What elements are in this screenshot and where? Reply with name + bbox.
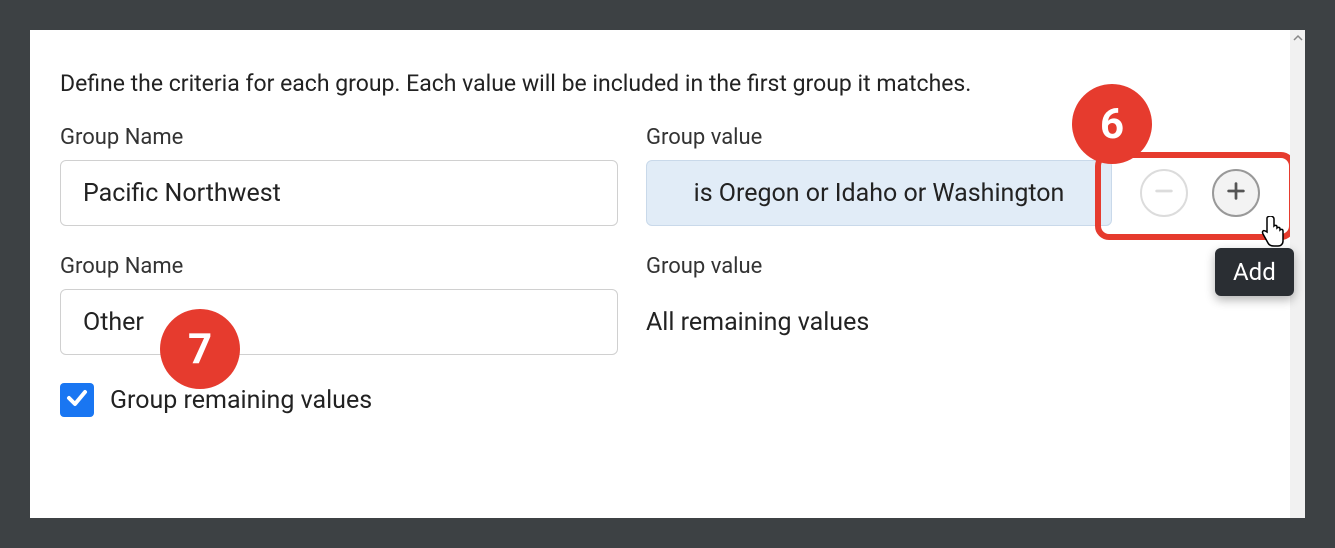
group-value-display[interactable]: is Oregon or Idaho or Washington — [646, 160, 1112, 226]
callout-badge-7: 7 — [160, 309, 240, 389]
group-name-column: Group Name — [60, 125, 618, 226]
instruction-text: Define the criteria for each group. Each… — [60, 70, 1260, 97]
minus-icon — [1153, 180, 1175, 206]
plus-icon — [1225, 180, 1247, 206]
remove-group-button[interactable] — [1140, 169, 1188, 217]
group-remaining-label: Group remaining values — [110, 386, 372, 415]
group-name-input[interactable] — [60, 160, 618, 226]
add-tooltip: Add — [1215, 248, 1294, 296]
checkmark-icon — [65, 386, 89, 414]
callout-badge-6: 6 — [1072, 84, 1152, 164]
group-name-label: Group Name — [60, 254, 618, 279]
group-value-label: Group value — [646, 125, 1112, 150]
group-name-label: Group Name — [60, 125, 618, 150]
group-value-column: Group value All remaining values — [646, 254, 1260, 355]
group-value-static: All remaining values — [646, 289, 1260, 355]
group-value-label: Group value — [646, 254, 1260, 279]
scrollbar-up-button[interactable] — [1290, 30, 1305, 45]
group-value-column: Group value is Oregon or Idaho or Washin… — [646, 125, 1112, 226]
group-name-column: Group Name — [60, 254, 618, 355]
row-action-buttons — [1140, 160, 1260, 226]
group-row: Group Name Group value All remaining val… — [60, 254, 1260, 355]
group-remaining-checkbox[interactable] — [60, 383, 94, 417]
add-group-button[interactable] — [1212, 169, 1260, 217]
group-name-input[interactable] — [60, 289, 618, 355]
group-remaining-row: Group remaining values — [60, 383, 1260, 417]
